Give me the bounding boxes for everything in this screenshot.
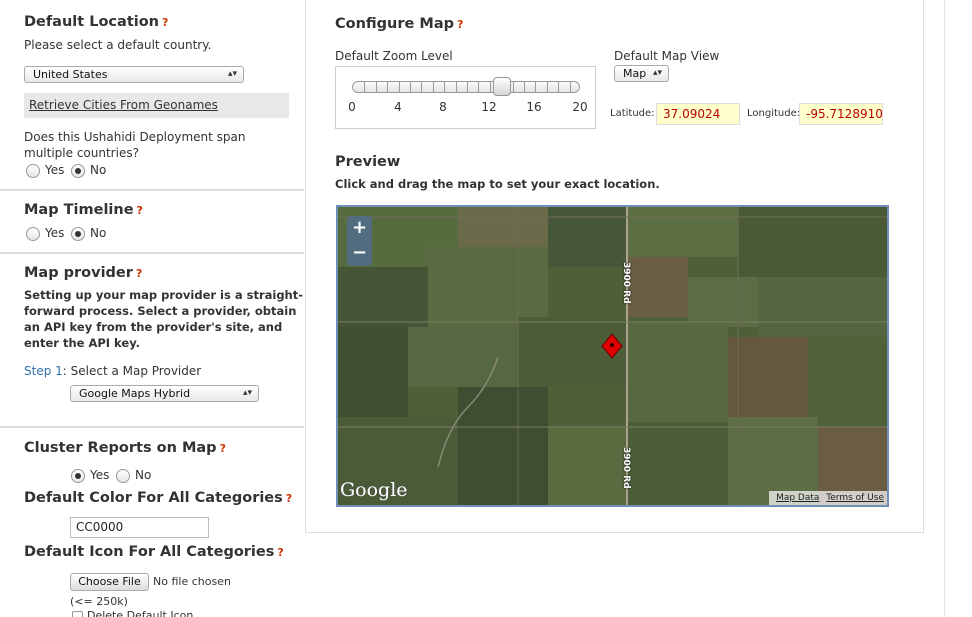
zoom-level-label: Default Zoom Level (335, 49, 453, 63)
zoom-tick-label: 8 (439, 100, 447, 114)
slider-tick (398, 82, 400, 92)
timeline-yes-radio[interactable] (26, 227, 40, 241)
default-icon-title: Default Icon For All Categories? (24, 544, 284, 560)
slider-tick (478, 82, 480, 92)
map-data-link[interactable]: Map Data (776, 493, 819, 503)
select-arrows-icon: ▴▾ (242, 388, 252, 398)
slider-tick (524, 82, 525, 92)
help-icon[interactable]: ? (137, 204, 143, 217)
country-select[interactable]: United States ▴▾ (24, 66, 244, 83)
longitude-input[interactable]: -95.7128910 (799, 103, 883, 125)
slider-tick (364, 82, 366, 92)
select-arrows-icon: ▴▾ (652, 68, 662, 78)
section-divider (0, 426, 304, 428)
timeline-no-radio[interactable] (71, 227, 85, 241)
terms-of-use-link[interactable]: Terms of Use (826, 493, 884, 503)
slider-tick (432, 82, 434, 92)
zoom-level-slider-box: 0 4 8 12 16 20 (335, 66, 596, 129)
multi-country-no-label: No (90, 163, 107, 177)
cluster-reports-title: Cluster Reports on Map? (24, 440, 226, 456)
map-provider-title: Map provider? (24, 265, 143, 281)
slider-tick (455, 82, 457, 92)
cluster-yes-radio[interactable] (71, 469, 85, 483)
location-marker-icon[interactable] (601, 333, 623, 359)
map-zoom-control: + − (347, 216, 372, 266)
help-icon[interactable]: ? (457, 18, 463, 31)
map-view-label: Default Map View (614, 49, 720, 63)
default-location-prompt: Please select a default country. (24, 38, 212, 52)
zoom-slider-handle[interactable] (493, 77, 511, 96)
help-icon[interactable]: ? (277, 546, 283, 559)
timeline-yes-label: Yes (45, 226, 65, 240)
map-view-select[interactable]: Map ▴▾ (614, 65, 669, 82)
slider-tick (410, 82, 411, 92)
configure-map-title: Configure Map? (335, 16, 464, 32)
choose-file-button[interactable]: Choose File (70, 573, 149, 591)
delete-icon-label: Delete Default Icon (87, 609, 194, 617)
zoom-tick-label: 12 (481, 100, 497, 114)
section-divider (0, 252, 304, 254)
geonames-box: Retrieve Cities From Geonames (24, 93, 289, 118)
help-icon[interactable]: ? (286, 492, 292, 505)
help-icon[interactable]: ? (220, 442, 226, 455)
step-label: Step 1 (24, 364, 63, 378)
multi-country-yes-radio[interactable] (26, 164, 40, 178)
cluster-no-radio[interactable] (116, 469, 130, 483)
preview-title: Preview (335, 154, 401, 170)
default-color-input[interactable]: CC0000 (70, 517, 209, 538)
file-size-note: (<= 250k) (70, 595, 128, 608)
no-file-chosen-text: No file chosen (153, 575, 231, 588)
default-color-title: Default Color For All Categories? (24, 490, 293, 506)
help-icon[interactable]: ? (136, 267, 142, 280)
select-arrows-icon: ▴▾ (227, 69, 237, 79)
map-preview[interactable]: + − 3900 Rd 3900 Rd Google Map Data Term… (336, 205, 889, 507)
multi-country-no-radio[interactable] (71, 164, 85, 178)
slider-tick (489, 82, 491, 92)
slider-tick (569, 82, 571, 92)
slider-tick (421, 82, 423, 92)
provider-step: Step 1: Select a Map Provider (24, 364, 202, 378)
slider-tick (558, 82, 560, 92)
section-divider (0, 189, 304, 191)
slider-tick (535, 82, 537, 92)
cluster-no-label: No (135, 468, 152, 482)
timeline-no-label: No (90, 226, 107, 240)
retrieve-cities-link[interactable]: Retrieve Cities From Geonames (29, 98, 218, 112)
multi-country-question: Does this Ushahidi Deployment span multi… (24, 130, 246, 160)
slider-tick (512, 82, 514, 92)
zoom-slider-track[interactable] (352, 81, 580, 93)
zoom-out-button[interactable]: − (347, 241, 372, 266)
map-provider-select[interactable]: Google Maps Hybrid ▴▾ (70, 385, 259, 402)
road-label: 3900 Rd (621, 447, 631, 489)
zoom-in-button[interactable]: + (347, 216, 372, 241)
settings-left-column: Default Location? Please select a defaul… (0, 0, 304, 617)
zoom-tick-label: 20 (572, 100, 588, 114)
map-provider-description: Setting up your map provider is a straig… (24, 288, 304, 350)
latitude-input[interactable]: 37.09024 (656, 103, 740, 125)
latitude-label: Latitude: (610, 108, 655, 119)
cluster-yes-label: Yes (90, 468, 110, 482)
google-logo: Google (340, 479, 408, 501)
multi-country-yes-label: Yes (45, 163, 65, 177)
default-location-title: Default Location? (24, 14, 169, 30)
slider-tick (444, 82, 446, 92)
map-timeline-title: Map Timeline? (24, 202, 143, 218)
zoom-tick-label: 4 (394, 100, 402, 114)
slider-tick (375, 82, 377, 92)
page-edge-rule (944, 0, 945, 617)
slider-tick (546, 82, 548, 92)
slider-tick (467, 82, 468, 92)
slider-tick (387, 82, 389, 92)
help-icon[interactable]: ? (162, 16, 168, 29)
preview-hint: Click and drag the map to set your exact… (335, 177, 660, 191)
map-attribution: Map Data Terms of Use (769, 491, 887, 505)
delete-icon-checkbox[interactable] (72, 611, 83, 617)
zoom-tick-label: 16 (526, 100, 542, 114)
zoom-tick-label: 0 (348, 100, 356, 114)
longitude-label: Longitude: (747, 108, 801, 119)
road-label: 3900 Rd (621, 262, 631, 304)
